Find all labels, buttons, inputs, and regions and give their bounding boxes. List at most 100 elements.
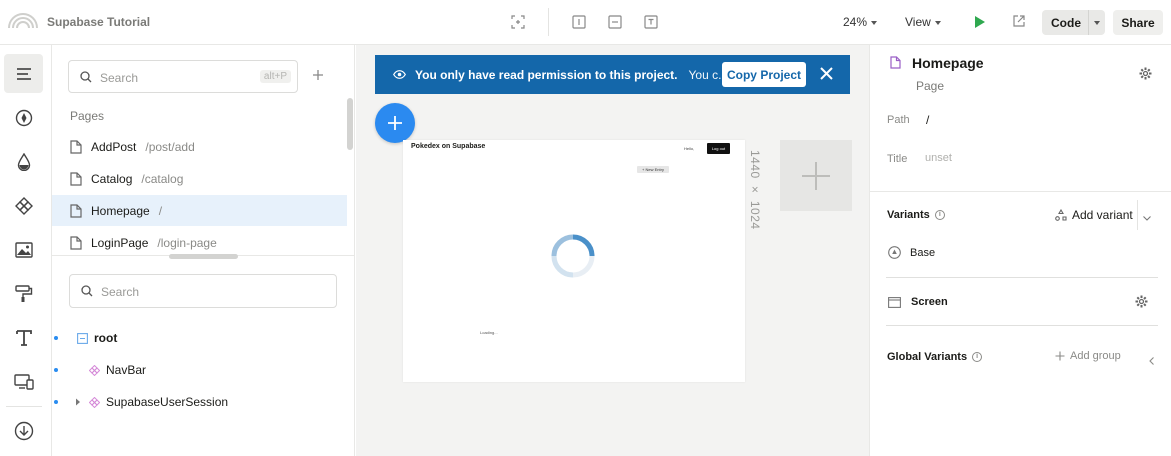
image-icon[interactable] [4, 230, 43, 269]
top-toolbar: Supabase Tutorial 24% View Code Share [0, 0, 1171, 45]
section-divider [886, 325, 1158, 326]
title-value[interactable]: unset [925, 152, 952, 164]
tree-search-input[interactable]: Search [69, 274, 337, 308]
artboard-loading-text: Loading... [480, 330, 498, 335]
search-shortcut: alt+P [259, 70, 291, 83]
code-button[interactable]: Code [1042, 10, 1105, 35]
page-icon [890, 56, 901, 72]
chevron-down-icon [934, 20, 941, 25]
variant-icon [1055, 209, 1067, 221]
component-icon[interactable] [4, 186, 43, 225]
path-label: Path [887, 114, 910, 126]
page-icon [70, 171, 82, 186]
add-variant-label: Add variant [1072, 208, 1133, 222]
page-item-addpost[interactable]: AddPost /post/add [52, 131, 347, 162]
share-button[interactable]: Share [1113, 10, 1163, 35]
page-icon [70, 139, 82, 154]
global-variants-heading: Global Variants i [887, 351, 983, 363]
artboard-logout-button[interactable]: Log out [707, 143, 730, 154]
homepage-artboard[interactable]: Pokedex on Supabase Hello, Log out + New… [403, 140, 745, 382]
gear-icon[interactable] [1139, 67, 1152, 83]
eye-icon [393, 70, 406, 79]
search-icon [81, 285, 93, 300]
compass-icon[interactable] [4, 98, 43, 137]
add-artboard-button[interactable] [780, 140, 852, 211]
plus-icon [802, 161, 830, 190]
variants-heading-text: Variants [887, 209, 930, 221]
toolbar-separator [548, 8, 549, 36]
tree-label: root [94, 331, 118, 345]
component-icon [89, 396, 100, 408]
right-panel: Homepage Page Path / Title unset Variant… [869, 45, 1171, 456]
tree-item-navbar[interactable]: NavBar [52, 354, 355, 386]
drop-icon[interactable] [4, 142, 43, 181]
copy-project-button[interactable]: Copy Project [722, 62, 806, 87]
tree-item-root[interactable]: root [52, 322, 355, 354]
external-link-icon[interactable] [1012, 14, 1026, 31]
info-icon[interactable]: i [934, 210, 945, 221]
page-item-homepage[interactable]: Homepage / [52, 195, 347, 226]
page-icon [70, 235, 82, 250]
chevron-down-icon[interactable] [1143, 210, 1151, 224]
download-icon[interactable] [4, 411, 43, 450]
view-dropdown[interactable]: View [905, 15, 941, 29]
artboard-hello-text: Hello, [684, 146, 695, 151]
expand-caret-icon[interactable] [75, 398, 81, 406]
tree-marker [54, 336, 58, 340]
chevron-down-icon[interactable] [1088, 10, 1105, 35]
gear-icon[interactable] [1135, 295, 1148, 311]
artboard-app-title: Pokedex on Supabase [411, 143, 486, 150]
menu-icon[interactable] [4, 54, 43, 93]
responsive-icon[interactable] [4, 362, 43, 401]
loading-spinner-icon [549, 232, 597, 283]
chevron-left-icon[interactable] [1149, 354, 1154, 368]
base-variant-row[interactable]: Base [888, 246, 935, 259]
plus-icon [388, 116, 402, 130]
search-placeholder: Search [101, 285, 140, 299]
add-element-button[interactable] [375, 103, 415, 143]
artboard-size-label: 1440 × 1024 [748, 150, 762, 230]
add-group-button[interactable]: Add group [1055, 350, 1121, 362]
close-icon[interactable] [820, 67, 833, 83]
pages-resize-handle[interactable] [169, 254, 238, 259]
tree-item-supabaseusersession[interactable]: SupabaseUserSession [52, 386, 355, 418]
section-divider [870, 191, 1171, 192]
artboard-new-entry-button[interactable]: + New Entry [637, 166, 669, 173]
page-item-catalog[interactable]: Catalog /catalog [52, 163, 347, 194]
add-variant-button[interactable]: Add variant [1055, 208, 1133, 222]
zoom-dropdown[interactable]: 24% [843, 15, 878, 29]
global-variants-heading-text: Global Variants [887, 351, 968, 363]
tree-marker [54, 368, 58, 372]
variants-heading: Variants i [887, 209, 945, 221]
project-title[interactable]: Supabase Tutorial [47, 15, 150, 29]
frame-icon [77, 332, 88, 344]
page-path: /login-page [157, 235, 217, 250]
pages-scrollbar[interactable] [347, 98, 353, 150]
insert-icon[interactable] [571, 14, 587, 30]
page-path: /catalog [141, 171, 184, 186]
title-label: Title [887, 153, 908, 165]
page-icon [70, 203, 82, 218]
screen-row[interactable]: Screen [888, 296, 948, 308]
info-icon[interactable]: i [972, 352, 983, 363]
code-label: Code [1051, 15, 1081, 30]
tablet-icon[interactable] [607, 14, 623, 30]
view-label: View [905, 15, 931, 29]
text-icon[interactable] [643, 14, 659, 30]
selected-page-title: Homepage [912, 55, 984, 71]
add-page-plus-icon[interactable] [312, 69, 324, 84]
text-tool-icon[interactable] [4, 318, 43, 357]
supabase-logo-icon[interactable] [6, 8, 40, 33]
play-icon[interactable] [974, 15, 986, 32]
path-value[interactable]: / [926, 113, 929, 127]
left-panel: Search alt+P Pages AddPost /post/add Cat… [52, 45, 355, 456]
search-placeholder: Search [100, 71, 139, 85]
tree-label: SupabaseUserSession [106, 395, 229, 409]
paint-roller-icon[interactable] [4, 274, 43, 313]
section-divider [886, 277, 1158, 278]
fullscreen-icon[interactable] [510, 14, 526, 30]
design-canvas[interactable]: You only have read permission to this pr… [356, 45, 869, 456]
page-name: AddPost [91, 139, 137, 154]
pages-search-input[interactable]: Search alt+P [68, 60, 298, 93]
rail-divider [6, 406, 42, 407]
